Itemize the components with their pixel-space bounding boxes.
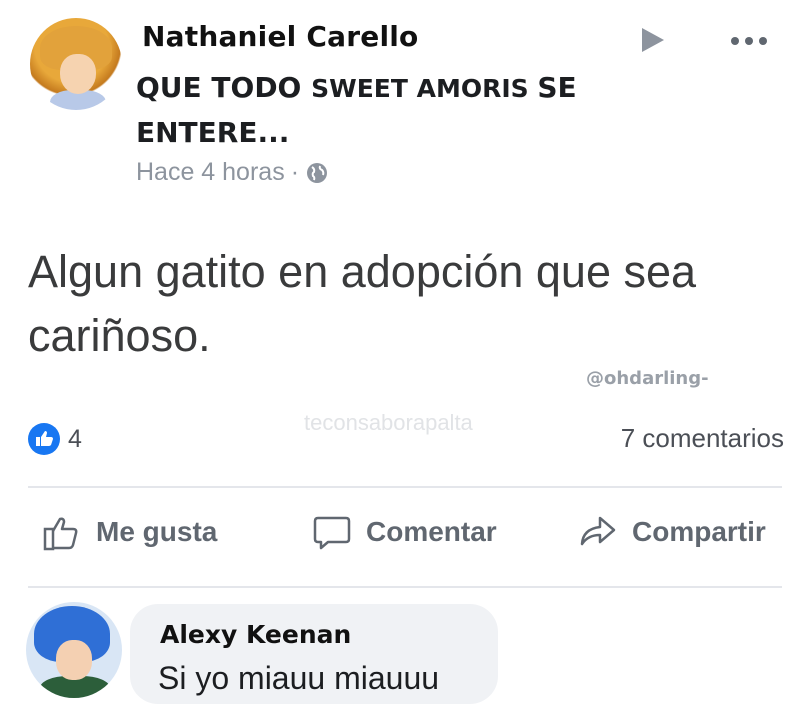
- share-button[interactable]: Compartir: [578, 512, 766, 552]
- likes-count: 4: [68, 424, 82, 453]
- like-badge-icon: [28, 423, 60, 455]
- play-icon[interactable]: [638, 26, 666, 54]
- meta-separator: ·: [290, 158, 300, 186]
- post-time[interactable]: Hace 4 horas: [136, 158, 285, 187]
- like-button[interactable]: Me gusta: [42, 512, 217, 552]
- watermark-faint: teconsaborapalta: [304, 410, 473, 435]
- post-meta: Hace 4 horas ·: [136, 158, 329, 187]
- more-icon[interactable]: [730, 36, 768, 46]
- post-message: Algun gatito en adopción que sea cariños…: [28, 246, 697, 361]
- comment-icon: [313, 516, 351, 550]
- thumbs-up-icon: [43, 517, 78, 551]
- divider-bottom: [28, 586, 782, 588]
- author-avatar[interactable]: [30, 18, 122, 110]
- watermark-handle: @ohdarling-: [586, 368, 709, 389]
- likes-summary[interactable]: 4: [28, 423, 82, 455]
- comment-button[interactable]: Comentar: [312, 512, 497, 552]
- comment-label: Comentar: [366, 516, 497, 547]
- facebook-post: Nathaniel Carello QUE TODO SWEET AMORIS …: [0, 0, 810, 720]
- comment-text: Si yo miauu miauuu: [158, 660, 440, 696]
- comment-bubble: Alexy Keenan Si yo miauu miauuu: [130, 604, 498, 704]
- divider-top: [28, 486, 782, 488]
- post-headline: QUE TODO SWEET AMORIS SE ENTERE...: [136, 66, 656, 155]
- commenter-avatar[interactable]: [26, 602, 122, 698]
- comments-count[interactable]: 7 comentarios: [621, 423, 784, 454]
- commenter-name[interactable]: Alexy Keenan: [160, 620, 351, 649]
- author-name[interactable]: Nathaniel Carello: [142, 20, 418, 53]
- headline-part-2: SWEET AMORIS: [311, 74, 538, 103]
- share-label: Compartir: [632, 516, 766, 547]
- globe-icon: [307, 162, 328, 183]
- share-icon: [580, 516, 616, 546]
- headline-part-1: QUE TODO: [136, 71, 312, 104]
- like-label: Me gusta: [96, 516, 218, 547]
